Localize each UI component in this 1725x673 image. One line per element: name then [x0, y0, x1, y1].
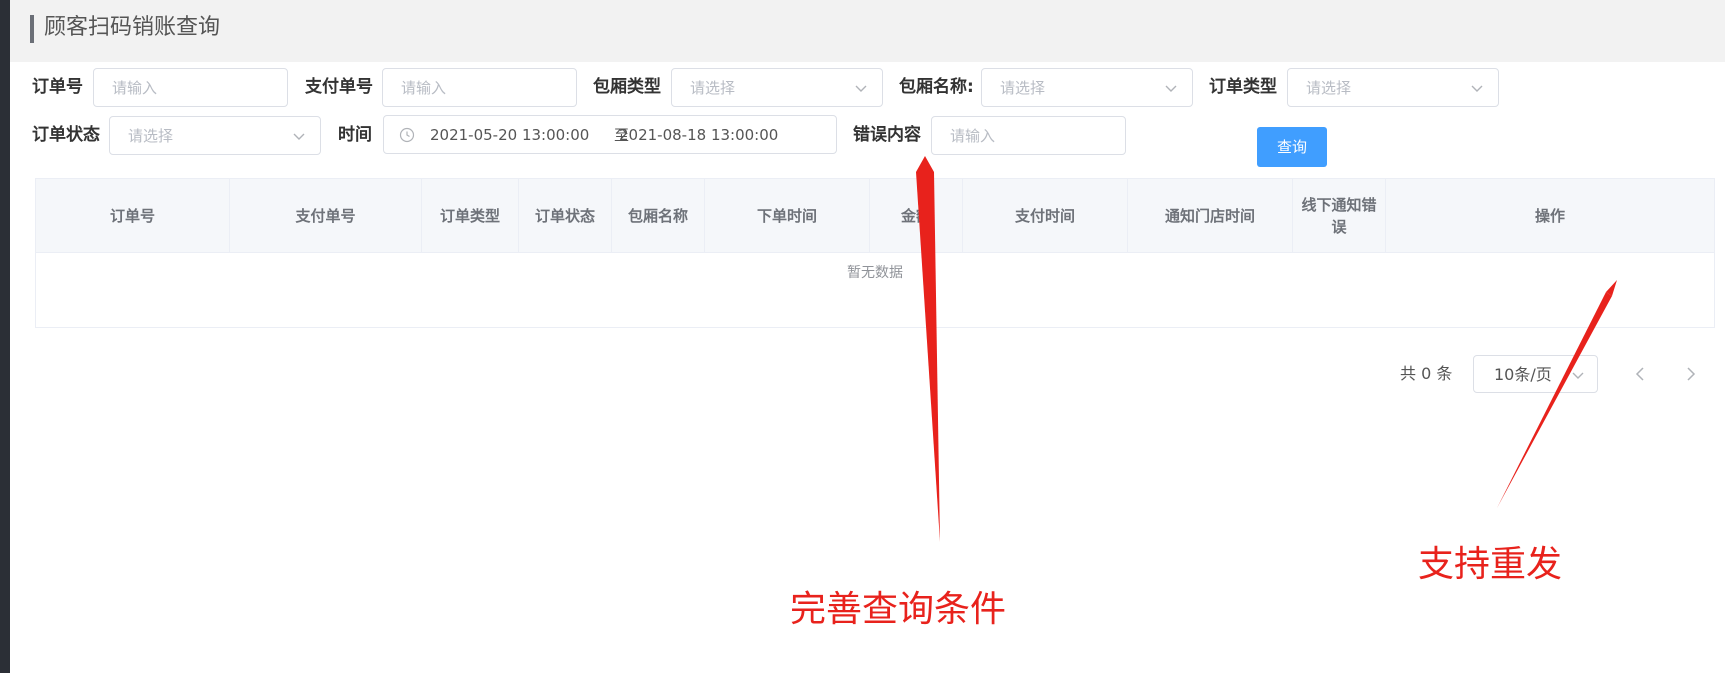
column-header: 金额	[870, 179, 963, 253]
order-type-label: 订单类型	[1209, 77, 1277, 97]
column-header: 操作	[1534, 207, 1565, 225]
date-range-start[interactable]: 2021-05-20 13:00:00	[430, 125, 589, 145]
room-type-placeholder: 请选择	[690, 79, 736, 97]
annotation-right-text: 支持重发	[1418, 544, 1563, 585]
chevron-down-icon	[1571, 367, 1585, 386]
order-no-input[interactable]: 请输入	[93, 68, 288, 107]
column-header: 支付单号	[230, 179, 422, 253]
pay-no-input[interactable]: 请输入	[382, 68, 577, 107]
order-status-select[interactable]: 请选择	[109, 116, 321, 155]
empty-text: 暂无数据	[847, 265, 903, 281]
order-no-label: 订单号	[32, 77, 83, 97]
room-name-placeholder: 请选择	[1000, 79, 1046, 97]
order-type-select[interactable]: 请选择	[1287, 68, 1499, 107]
column-header: 线下通知错误	[1293, 179, 1386, 253]
left-side-strip	[0, 0, 10, 673]
pay-no-label: 支付单号	[305, 77, 373, 97]
annotation-left-text: 完善查询条件	[790, 589, 1007, 630]
room-type-select[interactable]: 请选择	[671, 68, 883, 107]
chevron-down-icon	[854, 81, 868, 95]
order-status-placeholder: 请选择	[128, 127, 174, 145]
page-size-select[interactable]: 10条/页	[1473, 355, 1598, 393]
table-header: 订单号 支付单号 订单类型 订单状态 包厢名称 下单时间 金额 支付时间 通知门…	[36, 179, 1714, 253]
column-header: 订单类型	[422, 179, 519, 253]
order-no-placeholder: 请输入	[112, 79, 158, 97]
pay-no-placeholder: 请输入	[401, 79, 447, 97]
room-name-select[interactable]: 请选择	[981, 68, 1193, 107]
column-header: 通知门店时间	[1128, 179, 1293, 253]
order-type-placeholder: 请选择	[1306, 79, 1352, 97]
error-content-label: 错误内容	[853, 125, 921, 145]
time-label: 时间	[338, 125, 372, 145]
query-button[interactable]: 查询	[1257, 127, 1327, 167]
page-size-value: 10条/页	[1494, 365, 1552, 384]
page-title: 顾客扫码销账查询	[44, 15, 221, 40]
column-header: 支付时间	[963, 179, 1128, 253]
clock-icon	[398, 126, 416, 144]
date-range-picker[interactable]: 2021-05-20 13:00:00 至 2021-08-18 13:00:0…	[383, 115, 837, 154]
title-accent-bar	[30, 15, 34, 43]
column-header: 包厢名称	[612, 179, 705, 253]
room-name-label: 包厢名称:	[899, 77, 974, 97]
error-content-placeholder: 请输入	[950, 127, 996, 145]
column-header: 下单时间	[705, 179, 870, 253]
chevron-right-icon[interactable]	[1683, 363, 1699, 385]
orders-table: 订单号 支付单号 订单类型 订单状态 包厢名称 下单时间 金额 支付时间 通知门…	[35, 178, 1715, 328]
chevron-down-icon	[292, 129, 306, 143]
column-header: 订单状态	[519, 179, 612, 253]
error-content-input[interactable]: 请输入	[931, 116, 1126, 155]
chevron-down-icon	[1470, 81, 1484, 95]
pagination-total: 共 0 条	[1400, 364, 1453, 383]
column-header: 订单号	[36, 179, 230, 253]
order-status-label: 订单状态	[32, 125, 100, 145]
chevron-left-icon[interactable]	[1632, 363, 1648, 385]
room-type-label: 包厢类型	[593, 77, 661, 97]
page-header: 顾客扫码销账查询	[10, 0, 1725, 62]
chevron-down-icon	[1164, 81, 1178, 95]
date-range-end[interactable]: 2021-08-18 13:00:00	[619, 125, 778, 145]
